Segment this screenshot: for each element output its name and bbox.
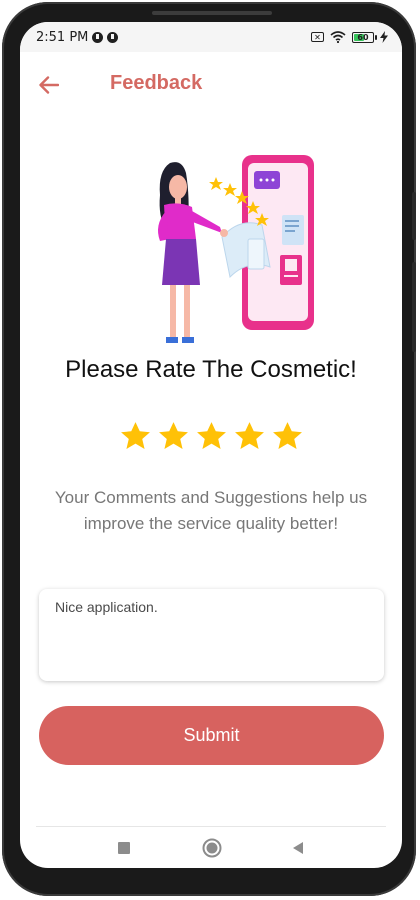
star-icon[interactable] <box>233 420 266 453</box>
notification-icon <box>107 31 119 43</box>
home-circle-icon <box>202 838 222 858</box>
feedback-illustration <box>158 155 314 343</box>
star-icon[interactable] <box>119 420 152 453</box>
star-icon[interactable] <box>271 420 304 453</box>
submit-button[interactable]: Submit <box>39 706 384 765</box>
phone-frame: 2:51 PM ✕ 60 Feedback Please Rate The Co… <box>2 2 416 896</box>
comment-field[interactable]: Nice application. <box>39 589 384 681</box>
status-right: ✕ 60 <box>311 31 388 43</box>
system-nav-bar <box>20 828 402 868</box>
back-triangle-icon <box>293 842 303 854</box>
sim-off-icon: ✕ <box>311 32 324 42</box>
power-button <box>412 262 416 352</box>
back-button[interactable] <box>36 72 62 98</box>
rating-heading: Please Rate The Cosmetic! <box>65 356 357 383</box>
arrow-left-icon <box>39 76 59 94</box>
charging-icon <box>380 31 388 43</box>
page-title: Feedback <box>110 72 203 94</box>
status-time: 2:51 PM <box>36 29 89 45</box>
notification-icon <box>92 31 104 43</box>
star-icon[interactable] <box>195 420 228 453</box>
volume-button <box>412 192 416 240</box>
status-left: 2:51 PM <box>36 29 119 45</box>
app-bar: Feedback <box>20 64 402 108</box>
status-bar: 2:51 PM ✕ 60 <box>20 22 402 52</box>
nav-back-button[interactable] <box>286 836 310 860</box>
wifi-icon <box>330 31 346 43</box>
home-button[interactable] <box>200 836 224 860</box>
battery-level: 60 <box>357 32 369 42</box>
recent-apps-button[interactable] <box>112 836 136 860</box>
screen: 2:51 PM ✕ 60 Feedback Please Rate The Co… <box>20 22 402 868</box>
speaker-grille <box>152 11 272 15</box>
description-text: Your Comments and Suggestions help us im… <box>54 488 368 533</box>
battery-icon: 60 <box>352 31 377 43</box>
rating-stars <box>20 420 402 453</box>
nav-divider <box>36 826 386 827</box>
square-icon <box>118 842 130 854</box>
star-icon[interactable] <box>157 420 190 453</box>
